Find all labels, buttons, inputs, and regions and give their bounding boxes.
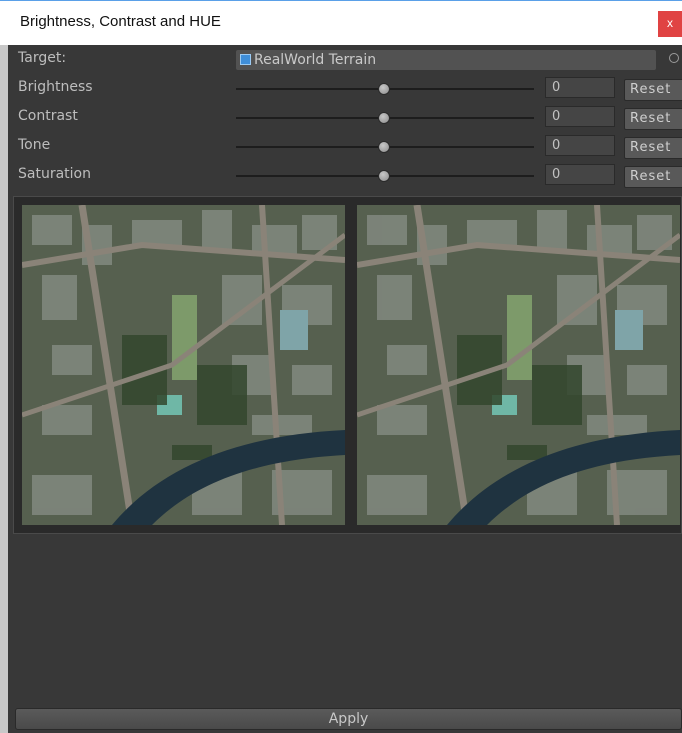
brightness-value-field[interactable]: 0 [545,77,615,98]
contrast-label: Contrast [18,108,78,124]
tone-slider-thumb[interactable] [378,141,390,153]
original-preview-image [22,205,345,525]
brightness-slider-thumb[interactable] [378,83,390,95]
contrast-slider-thumb[interactable] [378,112,390,124]
apply-button[interactable]: Apply [15,708,682,730]
window-titlebar[interactable]: Brightness, Contrast and HUE x [0,0,682,45]
close-button[interactable]: x [658,11,682,37]
tone-reset-button[interactable]: Reset [624,137,682,159]
window-title: Brightness, Contrast and HUE [20,13,221,30]
saturation-label: Saturation [18,166,91,182]
tone-value-field[interactable]: 0 [545,135,615,156]
saturation-slider-thumb[interactable] [378,170,390,182]
saturation-reset-button[interactable]: Reset [624,166,682,188]
object-picker-icon[interactable] [669,53,679,63]
processed-preview-image [357,205,680,525]
brightness-label: Brightness [18,79,93,95]
brightness-reset-button[interactable]: Reset [624,79,682,101]
contrast-reset-button[interactable]: Reset [624,108,682,130]
target-label: Target: [18,50,67,66]
contrast-value-field[interactable]: 0 [545,106,615,127]
target-object-field[interactable]: RealWorld Terrain [236,50,656,70]
editor-panel: Target: RealWorld Terrain Brightness 0 R… [8,45,682,733]
saturation-value-field[interactable]: 0 [545,164,615,185]
game-object-icon [240,54,251,65]
preview-area [13,196,682,534]
target-value: RealWorld Terrain [254,52,377,68]
tone-label: Tone [18,137,51,153]
